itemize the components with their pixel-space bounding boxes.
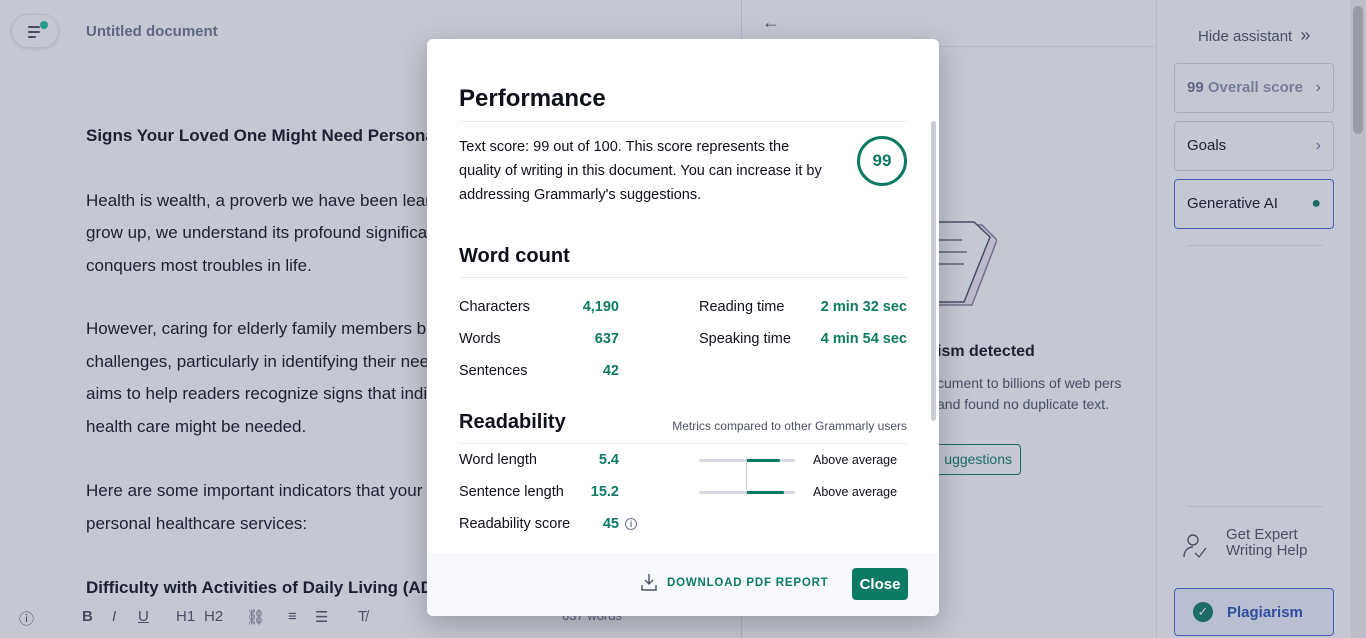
- speaking-time-value: 4 min 54 sec: [820, 331, 907, 347]
- modal-content: Performance Text score: 99 out of 100. T…: [427, 39, 939, 553]
- word-length-value: 5.4: [598, 452, 619, 468]
- performance-description: Text score: 99 out of 100. This score re…: [459, 139, 822, 203]
- download-pdf-report-button[interactable]: DOWNLOAD PDF REPORT: [667, 577, 829, 589]
- info-icon[interactable]: i: [625, 518, 637, 530]
- performance-modal: Performance Text score: 99 out of 100. T…: [427, 39, 939, 616]
- word-length-comparison: Above average: [813, 453, 898, 467]
- sentence-length-bar: [699, 491, 795, 494]
- close-button[interactable]: Close: [852, 568, 908, 600]
- readability-label: Sentence length: [459, 484, 564, 500]
- readability-label: Readability score: [459, 516, 571, 532]
- performance-title: Performance: [459, 85, 606, 112]
- words-value: 637: [594, 331, 619, 347]
- characters-value: 4,190: [582, 299, 619, 315]
- word-count-title: Word count: [459, 245, 570, 267]
- readability-title: Readability: [459, 411, 566, 433]
- stat-label: Characters: [459, 299, 530, 315]
- modal-scrollbar-thumb[interactable]: [931, 121, 936, 421]
- download-icon[interactable]: [641, 573, 657, 591]
- sentences-value: 42: [602, 363, 619, 379]
- stat-label: Words: [459, 331, 501, 347]
- sentence-length-bar-fill: [746, 491, 784, 494]
- stat-label: Speaking time: [699, 331, 791, 347]
- stat-label: Sentences: [459, 363, 528, 379]
- readability-score-value: 45: [602, 516, 619, 532]
- sentence-length-comparison: Above average: [813, 485, 898, 499]
- word-length-bar-fill: [746, 459, 780, 462]
- average-marker: [746, 457, 747, 495]
- stat-label: Reading time: [699, 299, 785, 315]
- metrics-note: Metrics compared to other Grammarly user…: [672, 419, 907, 433]
- readability-label: Word length: [459, 452, 537, 468]
- sentence-length-value: 15.2: [590, 484, 619, 500]
- modal-footer: DOWNLOAD PDF REPORT Close: [427, 553, 939, 616]
- reading-time-value: 2 min 32 sec: [820, 299, 907, 315]
- score-circle: 99: [857, 136, 907, 186]
- word-length-bar: [699, 459, 795, 462]
